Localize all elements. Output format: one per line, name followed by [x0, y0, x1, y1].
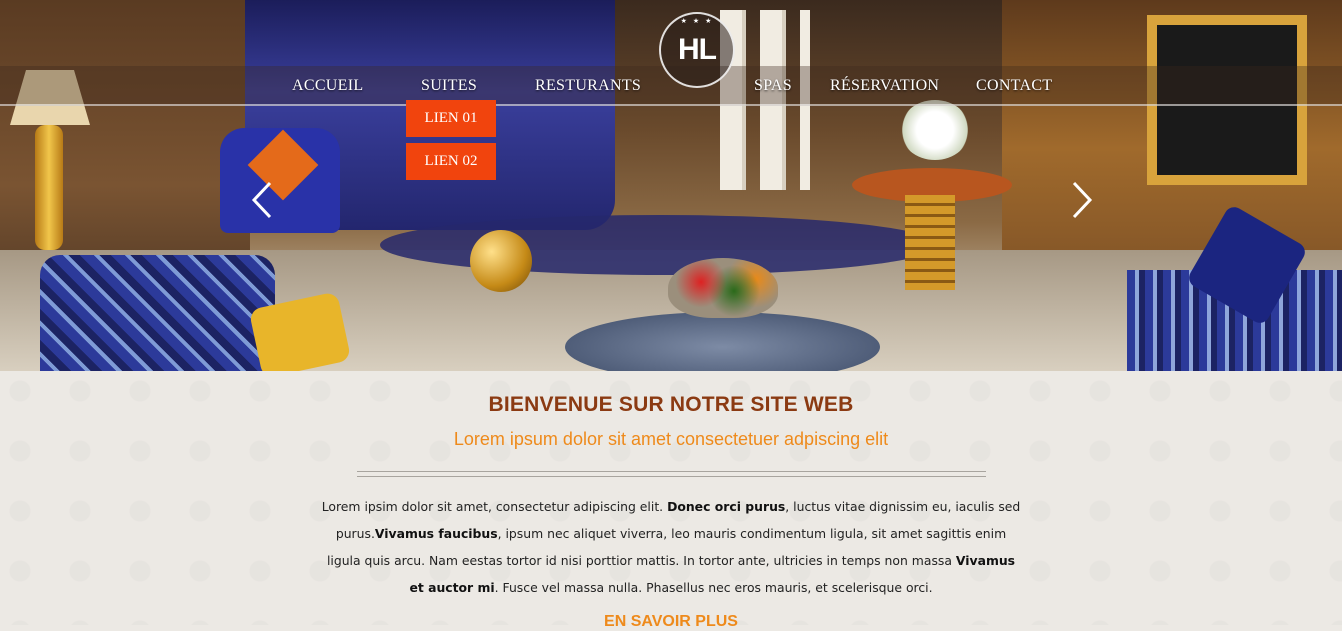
nav-item-suites[interactable]: SUITES	[421, 77, 477, 95]
hero-gold-sphere	[470, 230, 532, 292]
hero-flowers	[900, 100, 970, 160]
paragraph-bold-2: Vivamus faucibus	[374, 526, 498, 541]
hl-logo[interactable]: ★ ★ ★ HL	[659, 12, 735, 88]
slider-prev-arrow-icon[interactable]	[248, 180, 278, 220]
nav-item-reservation[interactable]: RÉSERVATION	[830, 77, 939, 95]
nav-item-accueil[interactable]: ACCUEIL	[292, 77, 363, 95]
nav-item-spas[interactable]: SPAS	[754, 77, 792, 95]
hero-lamp-stem	[35, 125, 63, 250]
hero-carpet	[380, 215, 940, 275]
logo-text: HL	[678, 33, 717, 66]
logo-stars: ★ ★ ★	[680, 18, 714, 25]
dropdown-item-lien-02[interactable]: LIEN 02	[406, 143, 496, 180]
paragraph-bold-1: Donec orci purus	[667, 499, 786, 514]
hero-dining-table-leg	[905, 195, 955, 290]
welcome-paragraph: Lorem ipsim dolor sit amet, consectetur …	[320, 493, 1022, 601]
slider-next-arrow-icon[interactable]	[1066, 180, 1096, 220]
paragraph-text-4: . Fusce vel massa nulla. Phasellus nec e…	[494, 580, 933, 595]
section-divider	[357, 471, 986, 477]
nav-item-resturants[interactable]: RESTURANTS	[535, 77, 641, 95]
dropdown-item-lien-01[interactable]: LIEN 01	[406, 100, 496, 137]
welcome-title: BIENVENUE SUR NOTRE SITE WEB	[488, 393, 854, 416]
paragraph-text-1: Lorem ipsim dolor sit amet, consectetur …	[321, 499, 668, 514]
read-more-link[interactable]: EN SAVOIR PLUS	[0, 613, 1342, 631]
hero-fruit-bowl	[668, 258, 778, 318]
welcome-subtitle: Lorem ipsum dolor sit amet consectetuer …	[453, 429, 889, 449]
nav-item-contact[interactable]: CONTACT	[976, 77, 1052, 95]
hero-sofa-left	[40, 255, 275, 371]
